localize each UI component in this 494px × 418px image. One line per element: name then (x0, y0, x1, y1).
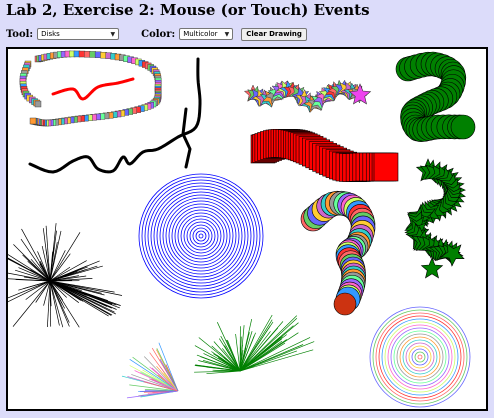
green-stars-stroke (404, 158, 466, 279)
chevron-down-icon: ▼ (110, 30, 116, 38)
drawing-surface[interactable] (8, 49, 486, 409)
black-lines-stroke (8, 223, 105, 328)
multicolor-rings-stroke (369, 306, 471, 408)
multicolor-disks-stroke (300, 190, 376, 316)
red-squares-stroke (250, 129, 399, 182)
tool-select[interactable]: Disks ▼ (37, 28, 120, 40)
color-select-value: Multicolor (183, 30, 218, 38)
drawing-canvas[interactable] (6, 47, 488, 411)
multicolor-dots-stroke (19, 50, 162, 127)
tool-label: Tool: (6, 28, 34, 40)
color-select[interactable]: Multicolor ▼ (179, 28, 234, 40)
toolbar: Tool: Disks ▼ Color: Multicolor ▼ Clear … (6, 26, 307, 42)
color-label: Color: (141, 28, 176, 40)
red-squiggle-stroke (51, 77, 135, 101)
green-disks-stroke (395, 51, 476, 142)
tool-select-value: Disks (41, 30, 60, 38)
multicolor-stars-stroke (243, 79, 372, 114)
multicolor-lines-stroke (121, 342, 179, 399)
black-freehand-stroke (181, 107, 192, 169)
blue-rings-stroke (138, 173, 264, 299)
chevron-down-icon: ▼ (224, 30, 230, 38)
page-title: Lab 2, Exercise 2: Mouse (or Touch) Even… (6, 1, 370, 19)
clear-drawing-button[interactable]: Clear Drawing (241, 27, 307, 41)
